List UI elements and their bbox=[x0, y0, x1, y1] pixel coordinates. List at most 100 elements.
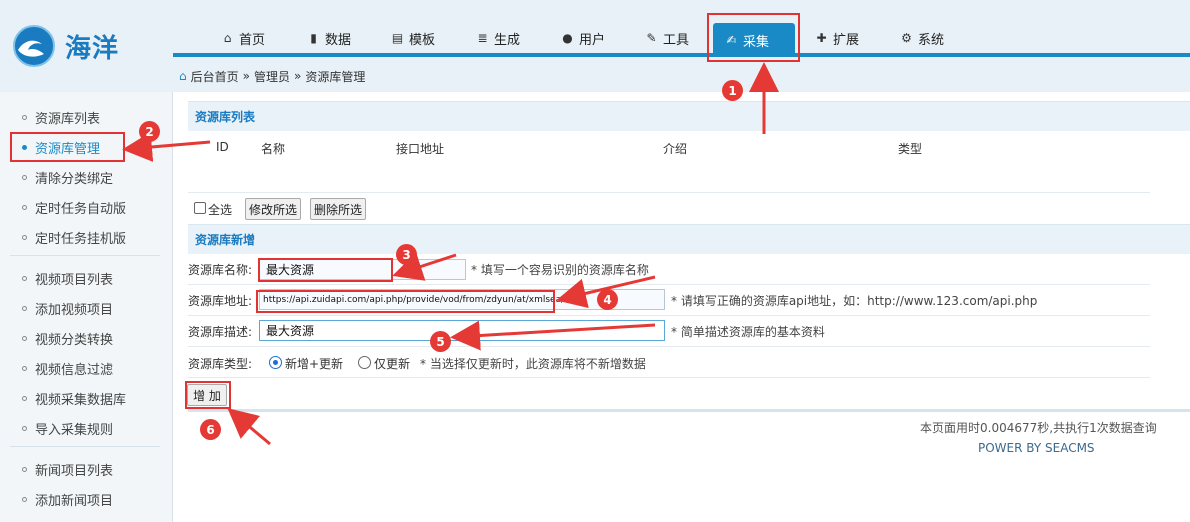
column-header-name: 名称 bbox=[261, 142, 286, 156]
sidebar-divider bbox=[10, 446, 160, 447]
nav-label: 数据 bbox=[325, 32, 352, 48]
type-hint: * 当选择仅更新时，此资源库将不新增数据 bbox=[420, 357, 646, 371]
type-label: 资源库类型: bbox=[188, 357, 253, 371]
nav-system[interactable]: ⚙ 系统 bbox=[900, 27, 944, 49]
source-desc-input[interactable]: 最大资源 bbox=[259, 320, 665, 341]
breadcrumb-separator: » bbox=[294, 69, 302, 83]
form-divider bbox=[188, 284, 1150, 285]
desc-label: 资源库描述: bbox=[188, 325, 253, 339]
bullet-icon bbox=[22, 497, 27, 502]
app-root: 海洋 ⌂ 首页 ▮ 数据 ▤ 模板 ≣ 生成 ● 用户 ✎ 工具 ✍ 采集 ✚ … bbox=[0, 0, 1190, 522]
nav-label: 首页 bbox=[239, 32, 266, 48]
sidebar-item-video-filter[interactable]: 视频信息过滤 bbox=[22, 359, 113, 378]
nav-label: 生成 bbox=[494, 32, 521, 48]
nav-users[interactable]: ● 用户 bbox=[561, 27, 605, 49]
source-list-header: 资源库列表 bbox=[188, 101, 1190, 131]
sidebar-item-video-category-convert[interactable]: 视频分类转换 bbox=[22, 329, 113, 348]
book-icon: ▮ bbox=[310, 31, 317, 45]
highlight-box-name bbox=[258, 258, 393, 282]
nav-tools[interactable]: ✎ 工具 bbox=[645, 27, 689, 49]
sidebar-item-cron-auto[interactable]: 定时任务自动版 bbox=[22, 198, 126, 217]
nav-template[interactable]: ▤ 模板 bbox=[391, 27, 435, 49]
type-add-update-label: 新增+更新 bbox=[285, 357, 344, 371]
header: 海洋 ⌂ 首页 ▮ 数据 ▤ 模板 ≣ 生成 ● 用户 ✎ 工具 ✍ 采集 ✚ … bbox=[0, 0, 1190, 92]
sidebar-item-news-projects[interactable]: 新闻项目列表 bbox=[22, 460, 113, 479]
nav-label: 工具 bbox=[663, 32, 690, 48]
bullet-icon bbox=[22, 467, 27, 472]
type-add-update-radio[interactable] bbox=[269, 356, 282, 369]
nav-generate[interactable]: ≣ 生成 bbox=[476, 27, 520, 49]
highlight-box-sidebar bbox=[10, 132, 125, 162]
nav-home[interactable]: ⌂ 首页 bbox=[221, 27, 265, 49]
top-nav: ⌂ 首页 ▮ 数据 ▤ 模板 ≣ 生成 ● 用户 ✎ 工具 ✍ 采集 ✚ 扩展 … bbox=[173, 19, 1190, 57]
bullet-icon bbox=[22, 115, 27, 120]
step-badge-5: 5 bbox=[430, 331, 451, 352]
bullet-icon bbox=[22, 205, 27, 210]
breadcrumb-separator: » bbox=[242, 69, 250, 83]
section-title: 资源库列表 bbox=[195, 110, 256, 124]
sidebar-item-cron-idle[interactable]: 定时任务挂机版 bbox=[22, 228, 126, 247]
server-icon: ≣ bbox=[477, 31, 488, 45]
name-hint: * 填写一个容易识别的资源库名称 bbox=[471, 263, 649, 277]
nav-extend[interactable]: ✚ 扩展 bbox=[815, 27, 859, 49]
home-icon: ⌂ bbox=[179, 69, 187, 83]
highlight-box-url bbox=[256, 290, 555, 313]
desc-hint: * 简单描述资源库的基本资料 bbox=[671, 325, 825, 339]
sidebar-item-label: 资源库列表 bbox=[35, 112, 101, 127]
sidebar-item-import-rules[interactable]: 导入采集规则 bbox=[22, 419, 113, 438]
bullet-icon bbox=[22, 235, 27, 240]
home-icon: ⌂ bbox=[223, 31, 232, 45]
url-label: 资源库地址: bbox=[188, 294, 253, 308]
nav-label: 用户 bbox=[579, 32, 606, 48]
bullet-icon bbox=[22, 276, 27, 281]
logo[interactable]: 海洋 bbox=[10, 20, 125, 70]
sidebar-item-add-video-project[interactable]: 添加视频项目 bbox=[22, 299, 113, 318]
nav-data[interactable]: ▮ 数据 bbox=[307, 27, 351, 49]
step-badge-1: 1 bbox=[722, 80, 743, 101]
highlight-box-submit bbox=[185, 381, 231, 409]
sidebar-item-add-news-project[interactable]: 添加新闻项目 bbox=[22, 490, 113, 509]
sidebar-item-label: 新闻项目列表 bbox=[35, 464, 114, 479]
sidebar-item-label: 添加新闻项目 bbox=[35, 494, 114, 509]
source-desc-value: 最大资源 bbox=[266, 324, 315, 338]
url-hint: * 请填写正确的资源库api地址，如：http://www.123.com/ap… bbox=[671, 294, 1038, 308]
file-icon: ▤ bbox=[391, 31, 404, 45]
form-divider bbox=[188, 377, 1150, 378]
sidebar-item-video-database[interactable]: 视频采集数据库 bbox=[22, 389, 126, 408]
form-divider bbox=[188, 346, 1150, 347]
step-badge-4: 4 bbox=[597, 289, 618, 310]
logo-text: 海洋 bbox=[65, 34, 120, 64]
step-badge-2: 2 bbox=[139, 121, 160, 142]
sidebar-item-video-projects[interactable]: 视频项目列表 bbox=[22, 269, 113, 288]
sidebar-item-label: 视频项目列表 bbox=[35, 273, 114, 288]
delete-selected-button[interactable]: 删除所选 bbox=[310, 198, 366, 220]
table-divider bbox=[188, 192, 1150, 193]
section-title: 资源库新增 bbox=[195, 233, 256, 247]
footer-stats: 本页面用时0.004677秒,共执行1次数据查询 bbox=[920, 421, 1157, 435]
type-update-only-radio[interactable] bbox=[358, 356, 371, 369]
name-label: 资源库名称: bbox=[188, 263, 253, 277]
wave-logo-icon bbox=[13, 25, 55, 67]
sidebar-item-label: 导入采集规则 bbox=[35, 423, 114, 438]
column-header-type: 类型 bbox=[898, 142, 923, 156]
nav-label: 模板 bbox=[409, 32, 436, 48]
nav-label: 系统 bbox=[918, 32, 945, 48]
highlight-box-collect bbox=[707, 13, 800, 62]
bullet-icon bbox=[22, 396, 27, 401]
wrench-icon: ✎ bbox=[646, 31, 657, 45]
user-icon: ● bbox=[562, 31, 573, 45]
sidebar-item-label: 定时任务挂机版 bbox=[35, 232, 127, 247]
footer-divider bbox=[188, 409, 1190, 412]
breadcrumb-home[interactable]: 后台首页 bbox=[191, 68, 239, 85]
sidebar-item-label: 视频采集数据库 bbox=[35, 393, 127, 408]
sidebar-item-clear-binding[interactable]: 清除分类绑定 bbox=[22, 168, 113, 187]
sidebar-item-source-list[interactable]: 资源库列表 bbox=[22, 108, 100, 127]
type-update-only-label: 仅更新 bbox=[374, 357, 411, 371]
modify-selected-button[interactable]: 修改所选 bbox=[245, 198, 301, 220]
breadcrumb-level1[interactable]: 管理员 bbox=[254, 68, 290, 85]
gear-icon: ⚙ bbox=[901, 31, 912, 45]
select-all-checkbox[interactable] bbox=[194, 202, 206, 214]
sidebar-item-label: 添加视频项目 bbox=[35, 303, 114, 318]
column-header-id: ID bbox=[216, 140, 229, 154]
bullet-icon bbox=[22, 175, 27, 180]
